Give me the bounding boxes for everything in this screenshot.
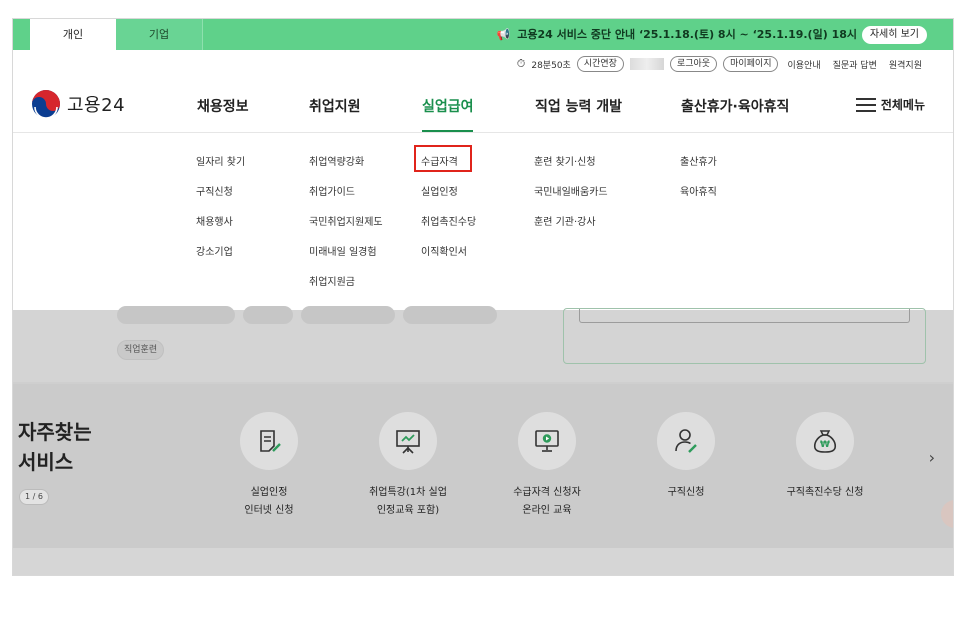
submenu-learning-card[interactable]: 국민내일배움카드 xyxy=(534,183,608,198)
floating-button[interactable] xyxy=(941,500,953,528)
submenu-capability[interactable]: 취업역량강화 xyxy=(309,153,364,168)
user-pen-icon xyxy=(675,429,697,453)
chevron-right-icon[interactable]: › xyxy=(929,448,935,467)
session-timer: 28분50초 xyxy=(531,60,571,71)
browser-viewport: 개인 기업 📢 고용24 서비스 중단 안내 ‘25.1.18.(토) 8시 ~… xyxy=(12,18,954,576)
submenu-job-search[interactable]: 일자리 찾기 xyxy=(196,153,245,168)
all-menu-button[interactable]: 전체메뉴 xyxy=(855,96,925,113)
service-label-line1: 구직촉진수당 신청 xyxy=(786,487,864,498)
top-notice-bar: 개인 기업 📢 고용24 서비스 중단 안내 ‘25.1.18.(토) 8시 ~… xyxy=(13,19,953,50)
submenu-national-program[interactable]: 국민취업지원제도 xyxy=(309,213,383,228)
service-label-line2: 인터넷 신청 xyxy=(244,505,294,516)
tab-personal[interactable]: 개인 xyxy=(30,19,116,50)
usage-guide-link[interactable]: 이용안내 xyxy=(784,58,823,71)
taegeuk-logo-icon xyxy=(32,90,60,119)
service-unemployment-recognition[interactable]: 실업인정 인터넷 신청 xyxy=(204,412,334,520)
service-icon-circle xyxy=(657,412,715,470)
submenu-small-giant[interactable]: 강소기업 xyxy=(196,243,233,258)
frequent-services-title: 자주찾는 서비스 xyxy=(18,417,92,477)
gnb-unemployment-benefit[interactable]: 실업급여 xyxy=(422,96,474,116)
service-label-line1: 취업특강(1차 실업 xyxy=(369,487,447,498)
service-employment-lecture[interactable]: 취업특강(1차 실업 인정교육 포함) xyxy=(343,412,473,520)
service-label-line1: 실업인정 xyxy=(250,487,288,498)
submenu-training-search[interactable]: 훈련 찾기·신청 xyxy=(534,153,596,168)
dimmed-footer-strip xyxy=(13,548,953,575)
submenu-recruit-event[interactable]: 채용행사 xyxy=(196,213,233,228)
service-label-line1: 구직신청 xyxy=(667,487,705,498)
quick-link-chip xyxy=(403,306,497,324)
notice-detail-button[interactable]: 자세히 보기 xyxy=(861,26,927,44)
mypage-button[interactable]: 마이페이지 xyxy=(723,56,779,72)
utility-bar: ⏱ 28분50초 시간연장 로그아웃 마이페이지 이용안내 질문과 답변 원격지… xyxy=(517,55,925,73)
vocational-training-chip[interactable]: 직업훈련 xyxy=(117,340,165,360)
money-bag-icon: ₩ xyxy=(813,430,837,453)
service-label-line1: 수급자격 신청자 xyxy=(513,487,581,498)
remote-support-link[interactable]: 원격지원 xyxy=(886,58,925,71)
document-pen-icon xyxy=(260,430,281,452)
service-online-education[interactable]: 수급자격 신청자 온라인 교육 xyxy=(482,412,612,520)
title-line-2: 서비스 xyxy=(18,450,74,474)
service-icon-circle xyxy=(240,412,298,470)
site-logo[interactable]: 고용24 xyxy=(31,89,125,119)
submenu-separation-cert[interactable]: 이직확인서 xyxy=(421,243,467,258)
tab-divider xyxy=(202,19,203,50)
megaphone-icon: 📢 xyxy=(496,28,511,41)
hamburger-icon xyxy=(855,97,876,112)
submenu-guide[interactable]: 취업가이드 xyxy=(309,183,355,198)
logout-button[interactable]: 로그아웃 xyxy=(669,56,718,72)
page-indicator: 1 / 6 xyxy=(19,489,49,505)
quick-link-chip xyxy=(243,306,293,324)
mega-menu-dropdown: 일자리 찾기 구직신청 채용행사 강소기업 취업역량강화 취업가이드 국민취업지… xyxy=(13,133,953,310)
submenu-promotion-allowance[interactable]: 취업촉진수당 xyxy=(421,213,476,228)
svg-text:₩: ₩ xyxy=(820,440,830,450)
highlight-box xyxy=(414,145,472,172)
service-icon-circle xyxy=(518,412,576,470)
submenu-subsidy[interactable]: 취업지원금 xyxy=(309,273,355,288)
gnb-parental-leave[interactable]: 출산휴가·육아휴직 xyxy=(681,96,789,116)
blurred-username xyxy=(629,58,664,70)
submenu-unemployment-recognition[interactable]: 실업인정 xyxy=(421,183,458,198)
submenu-childcare-leave[interactable]: 육아휴직 xyxy=(680,183,717,198)
logo-text: 고용24 xyxy=(67,95,126,116)
service-label-line2: 온라인 교육 xyxy=(522,505,572,516)
presentation-board-icon xyxy=(396,430,420,454)
service-job-seeking-allowance[interactable]: ₩ 구직촉진수당 신청 xyxy=(760,412,890,502)
gnb-recruitment[interactable]: 채용정보 xyxy=(197,96,249,116)
service-notice[interactable]: 📢 고용24 서비스 중단 안내 ‘25.1.18.(토) 8시 ~ ‘25.1… xyxy=(497,19,857,50)
submenu-work-experience[interactable]: 미래내일 일경험 xyxy=(309,243,377,258)
extend-session-button[interactable]: 시간연장 xyxy=(576,56,624,72)
quick-link-chip xyxy=(301,306,395,324)
frequent-services-section: 자주찾는 서비스 1 / 6 실업인정 인터넷 신청 취업특강(1차 실업 인정… xyxy=(13,384,953,548)
service-icon-circle xyxy=(379,412,437,470)
clock-icon: ⏱ xyxy=(516,57,526,70)
service-icon-circle: ₩ xyxy=(796,412,854,470)
monitor-play-icon xyxy=(535,430,559,452)
quick-link-chip xyxy=(177,306,235,324)
dimmed-login-panel xyxy=(563,308,926,364)
gnb-employment-support[interactable]: 취업지원 xyxy=(309,96,361,116)
dimmed-content-overlay: 직업훈련 자주찾는 서비스 1 / 6 실업인정 인터넷 신청 취업특강(1차 … xyxy=(13,306,953,575)
submenu-job-application[interactable]: 구직신청 xyxy=(196,183,233,198)
service-label-line2: 인정교육 포함) xyxy=(376,505,440,516)
dimmed-input xyxy=(579,309,910,323)
service-notice-text: 고용24 서비스 중단 안내 ‘25.1.18.(토) 8시 ~ ‘25.1.1… xyxy=(517,28,857,41)
dimmed-quick-links: 직업훈련 xyxy=(13,306,953,382)
submenu-training-institution[interactable]: 훈련 기관·강사 xyxy=(534,213,596,228)
all-menu-label: 전체메뉴 xyxy=(880,98,925,112)
faq-link[interactable]: 질문과 답변 xyxy=(830,58,880,71)
service-job-application[interactable]: 구직신청 xyxy=(621,412,751,502)
tab-corporate[interactable]: 기업 xyxy=(116,19,202,50)
title-line-1: 자주찾는 xyxy=(18,420,92,444)
gnb-career-development[interactable]: 직업 능력 개발 xyxy=(535,96,622,116)
submenu-maternity-leave[interactable]: 출산휴가 xyxy=(680,153,717,168)
